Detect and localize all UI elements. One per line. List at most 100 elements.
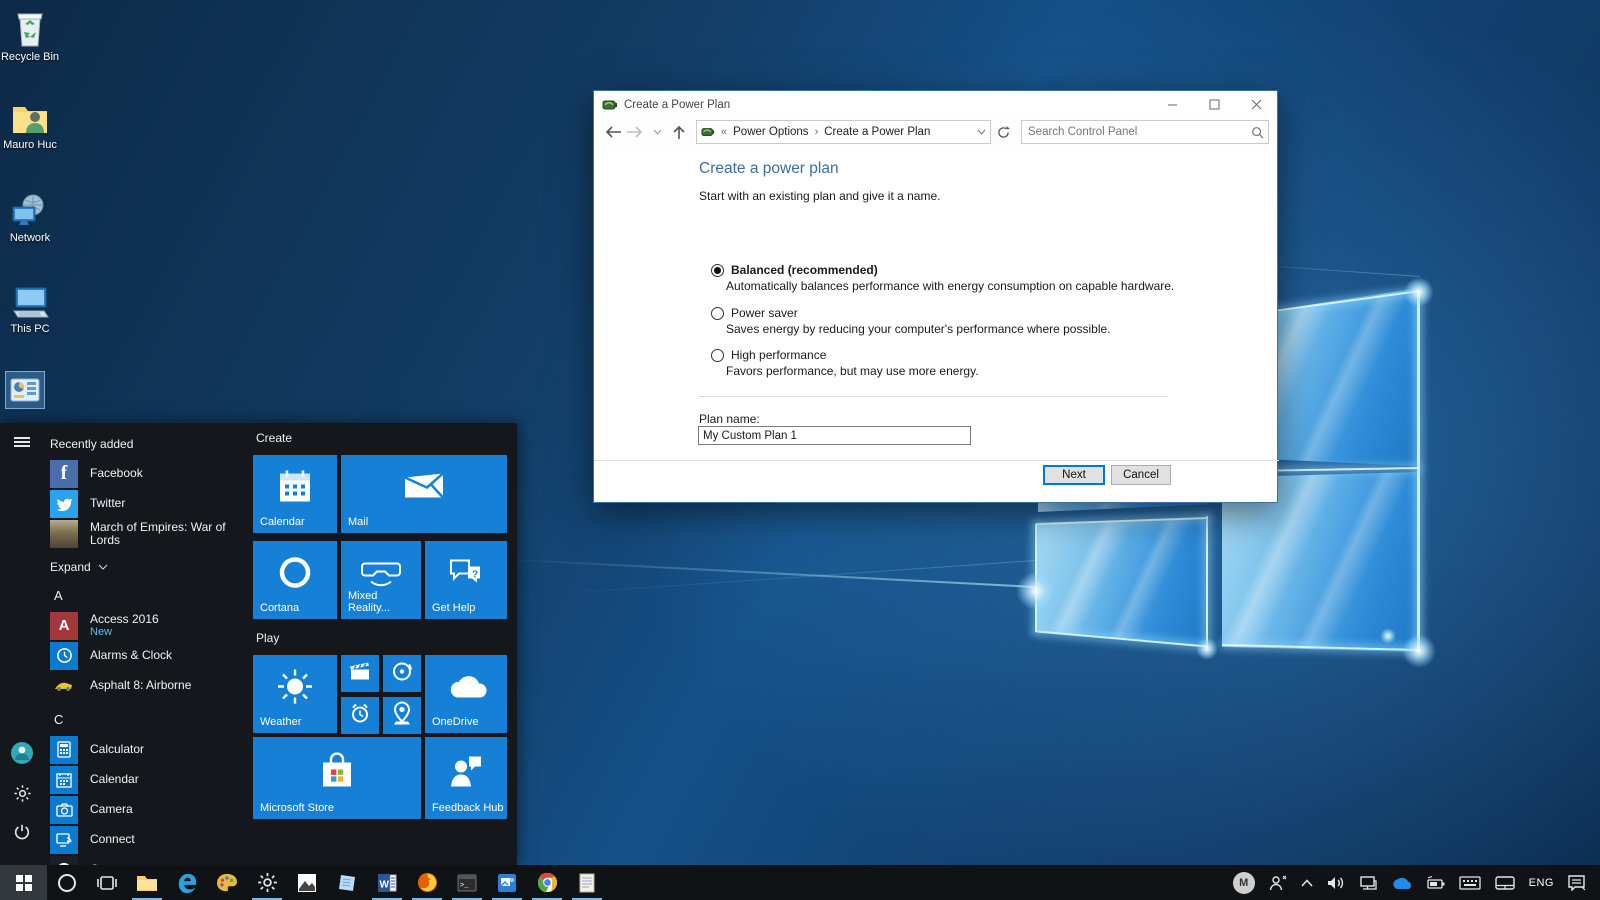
tile-feedback-hub[interactable]: Feedback Hub	[425, 737, 507, 819]
user-avatar[interactable]	[10, 741, 34, 765]
breadcrumb[interactable]: « Power Options › Create a Power Plan	[696, 120, 991, 144]
app-item-calculator[interactable]: Calculator	[46, 735, 253, 764]
action-center-icon	[1568, 875, 1586, 891]
section-letter-c[interactable]: C	[54, 712, 253, 727]
power-button-icon	[13, 823, 31, 841]
radio-label: Power saver	[731, 306, 798, 320]
tray-onedrive[interactable]	[1384, 865, 1418, 900]
tile-groove-music[interactable]	[383, 655, 421, 692]
plan-name-input[interactable]	[698, 426, 971, 445]
refresh-button[interactable]	[993, 121, 1013, 143]
taskbar-file-explorer[interactable]	[127, 865, 167, 900]
window-titlebar[interactable]: Create a Power Plan	[594, 91, 1277, 118]
tray-battery[interactable]	[1418, 865, 1452, 900]
search-input[interactable]	[1026, 125, 1251, 139]
taskbar-cortana-search[interactable]	[47, 865, 87, 900]
tray-network[interactable]	[1352, 865, 1384, 900]
minimize-icon	[1167, 99, 1178, 110]
tile-maps[interactable]	[383, 697, 421, 734]
address-dropdown-icon[interactable]	[977, 129, 986, 135]
search-box[interactable]	[1021, 120, 1269, 144]
access-2016-icon: A	[50, 612, 78, 640]
taskbar-task-view[interactable]	[87, 865, 127, 900]
taskbar-notepad[interactable]	[567, 865, 607, 900]
radio-option-balanced[interactable]: Balanced (recommended)	[711, 263, 878, 277]
app-item-calendar[interactable]: Calendar	[46, 765, 253, 794]
app-item-twitter[interactable]: Twitter	[46, 489, 253, 518]
desktop-icon-this-pc[interactable]: This PC	[0, 284, 68, 335]
radio-option-high-performance[interactable]: High performance	[711, 348, 826, 362]
weather-tile-icon	[276, 668, 314, 711]
tile-group-play[interactable]: Play	[256, 631, 279, 645]
forward-button[interactable]	[624, 121, 646, 143]
tile-onedrive[interactable]: OneDrive	[425, 655, 507, 733]
power-icon[interactable]	[10, 820, 34, 844]
start-button[interactable]	[0, 865, 47, 900]
app-item-alarms-clock[interactable]: Alarms & Clock	[46, 641, 253, 670]
taskbar-paint[interactable]	[207, 865, 247, 900]
new-badge: New	[90, 626, 159, 639]
maximize-button[interactable]	[1193, 91, 1235, 118]
tray-user-account[interactable]: M	[1226, 865, 1262, 900]
taskbar-chrome[interactable]	[527, 865, 567, 900]
taskbar-photos-app[interactable]	[487, 865, 527, 900]
desktop-root: Recycle Bin Mauro Huc Network This PC	[0, 0, 1600, 900]
wallpaper-glow	[1380, 628, 1396, 644]
tray-touch-keyboard[interactable]	[1452, 865, 1488, 900]
app-item-asphalt-8[interactable]: Asphalt 8: Airborne	[46, 671, 253, 700]
taskbar-sticky-notes[interactable]	[327, 865, 367, 900]
user-avatar-icon	[10, 741, 34, 765]
tile-movies-tv[interactable]	[341, 655, 379, 692]
recent-pages-dropdown[interactable]	[646, 121, 668, 143]
expand-toggle[interactable]: Expand	[50, 558, 253, 576]
minimize-button[interactable]	[1151, 91, 1193, 118]
app-item-cortana[interactable]: Cortana	[46, 855, 253, 865]
tile-mixed-reality[interactable]: Mixed Reality...	[341, 541, 421, 619]
radio-balanced[interactable]	[711, 264, 724, 277]
tile-get-help[interactable]: ? Get Help	[425, 541, 507, 619]
cancel-button[interactable]: Cancel	[1111, 465, 1171, 485]
settings-gear-icon[interactable]	[10, 781, 34, 805]
taskbar-edge[interactable]	[167, 865, 207, 900]
tray-language[interactable]: ENG	[1522, 865, 1561, 900]
taskbar-photos[interactable]	[287, 865, 327, 900]
tray-show-hidden[interactable]	[1294, 865, 1320, 900]
app-item-camera[interactable]: Camera	[46, 795, 253, 824]
up-button[interactable]	[668, 121, 690, 143]
tray-touchpad[interactable]	[1488, 865, 1522, 900]
taskbar-firefox[interactable]	[407, 865, 447, 900]
tile-microsoft-store[interactable]: Microsoft Store	[253, 737, 421, 819]
radio-high-performance[interactable]	[711, 349, 724, 362]
breadcrumb-power-options[interactable]: Power Options	[733, 126, 808, 138]
close-button[interactable]	[1235, 91, 1277, 118]
tile-group-create[interactable]: Create	[256, 431, 292, 445]
taskbar-word[interactable]: W	[367, 865, 407, 900]
app-item-connect[interactable]: Connect	[46, 825, 253, 854]
radio-option-power-saver[interactable]: Power saver	[711, 306, 798, 320]
tray-action-center[interactable]	[1561, 865, 1600, 900]
tile-calendar[interactable]: Calendar	[253, 455, 337, 533]
tile-alarms[interactable]	[341, 697, 379, 734]
taskbar-command-prompt[interactable]: >_	[447, 865, 487, 900]
desktop-icon-network[interactable]: Network	[0, 193, 68, 244]
taskbar-settings[interactable]	[247, 865, 287, 900]
next-button[interactable]: Next	[1043, 465, 1105, 485]
hamburger-icon[interactable]	[10, 430, 34, 454]
app-item-facebook[interactable]: f Facebook	[46, 459, 253, 488]
tile-cortana[interactable]: Cortana	[253, 541, 337, 619]
tile-weather[interactable]: Weather	[253, 655, 337, 733]
tray-volume[interactable]	[1320, 865, 1352, 900]
app-item-access-2016[interactable]: A Access 2016 New	[46, 611, 253, 640]
breadcrumb-create-power-plan[interactable]: Create a Power Plan	[824, 126, 930, 138]
desktop-icon-recycle-bin[interactable]: Recycle Bin	[0, 10, 68, 63]
app-item-march-of-empires[interactable]: March of Empires: War of Lords	[46, 519, 253, 548]
desktop-icon-user-folder[interactable]: Mauro Huc	[0, 102, 68, 151]
desktop-icon-control-panel[interactable]	[5, 371, 45, 409]
section-letter-a[interactable]: A	[54, 588, 253, 603]
chevron-down-icon	[98, 564, 108, 570]
radio-description: Saves energy by reducing your computer's…	[726, 322, 1111, 336]
back-button[interactable]	[602, 121, 624, 143]
tile-mail[interactable]: Mail	[341, 455, 507, 533]
radio-power-saver[interactable]	[711, 307, 724, 320]
tray-people[interactable]	[1262, 865, 1294, 900]
